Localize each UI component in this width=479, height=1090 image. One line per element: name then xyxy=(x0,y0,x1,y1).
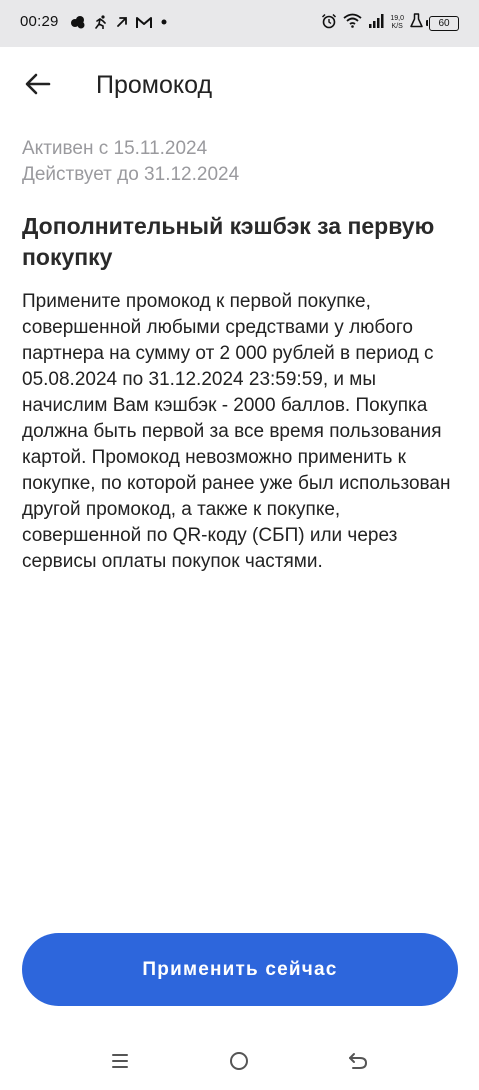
promo-dates: Активен с 15.11.2024 Действует до 31.12.… xyxy=(22,136,239,188)
system-nav-bar xyxy=(0,1040,479,1090)
home-button[interactable] xyxy=(219,1050,259,1076)
menu-icon xyxy=(111,1053,129,1074)
status-bar: 00:29 19,0 K/S 60 xyxy=(0,0,479,47)
flask-icon xyxy=(410,13,423,33)
active-from-text: Активен с 15.11.2024 xyxy=(22,138,208,159)
arrow-left-icon xyxy=(25,73,51,100)
apply-now-button[interactable]: Применить сейчас xyxy=(22,933,458,1006)
home-circle-icon xyxy=(228,1050,250,1077)
wifi-icon xyxy=(343,13,362,33)
promo-description: Примените промокод к первой покупке, сов… xyxy=(22,291,451,572)
arrow-icon xyxy=(116,16,128,28)
running-icon xyxy=(94,15,108,29)
valid-until-text: Действует до 31.12.2024 xyxy=(22,164,240,185)
promo-heading: Дополнительный кэшбэк за первую покупку xyxy=(22,213,435,270)
back-button[interactable] xyxy=(18,66,58,106)
system-back-button[interactable] xyxy=(338,1050,378,1076)
back-arrow-icon xyxy=(347,1051,369,1076)
dot-icon xyxy=(160,18,168,26)
signal-icon xyxy=(368,13,384,33)
alarm-icon xyxy=(321,13,337,34)
status-system-icons: 19,0 K/S 60 xyxy=(321,11,459,35)
page-title: Промокод xyxy=(96,71,213,99)
battery-level: 60 xyxy=(438,17,450,29)
cloud-icon xyxy=(70,15,86,29)
net-speed-unit: K/S xyxy=(391,23,403,30)
status-notification-icons xyxy=(70,11,168,33)
recent-apps-button[interactable] xyxy=(100,1050,140,1076)
mail-icon xyxy=(136,16,152,29)
net-speed-value: 19,0 xyxy=(390,15,404,22)
net-speed: 19,0 K/S xyxy=(390,15,404,31)
status-time: 00:29 xyxy=(20,13,59,30)
battery-icon: 60 xyxy=(426,15,459,31)
